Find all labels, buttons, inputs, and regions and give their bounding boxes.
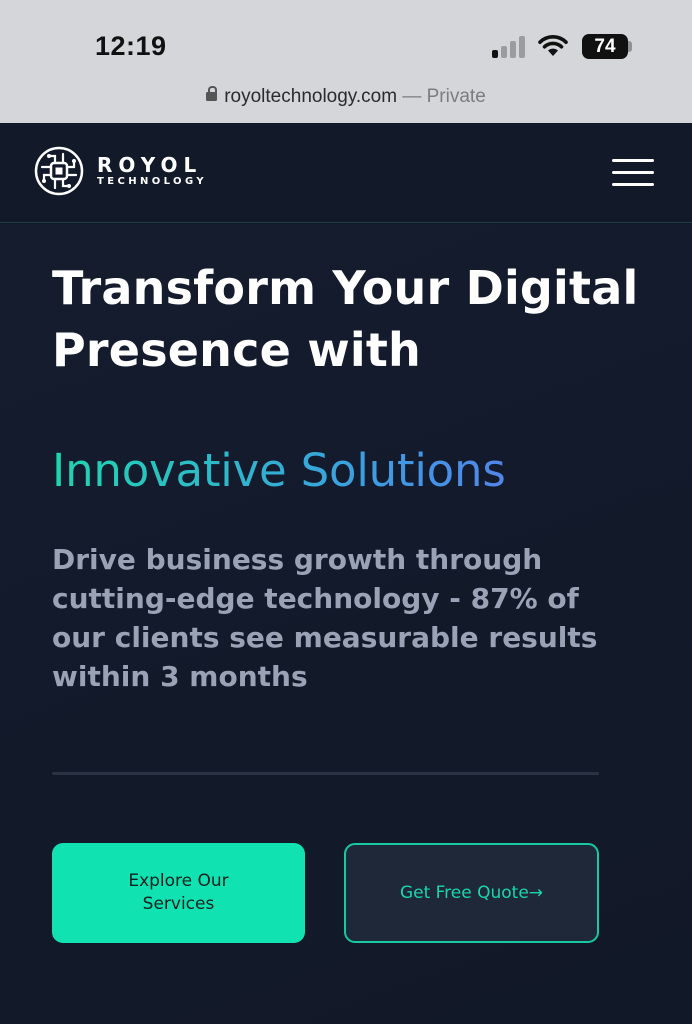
hero-subcopy: Drive business growth through cutting-ed… — [52, 543, 598, 693]
battery-cap — [628, 41, 632, 52]
logo-tagline: TECHNOLOGY — [97, 176, 207, 187]
site-header: ROYOL TECHNOLOGY — [0, 123, 692, 223]
hamburger-menu-icon[interactable] — [612, 159, 655, 187]
get-free-quote-button[interactable]: Get Free Quote→ — [344, 843, 599, 943]
address-bar[interactable]: royoltechnology.com — Private — [0, 86, 692, 108]
private-label: — Private — [402, 86, 486, 107]
cellular-signal-icon — [492, 36, 526, 58]
divider — [52, 772, 599, 775]
hero-section: Transform Your Digital Presence with Inn… — [0, 224, 692, 1024]
url-text: royoltechnology.com — [224, 86, 398, 107]
lock-icon — [206, 86, 218, 101]
hero-headline-accent: Innovative Solutions — [52, 442, 652, 500]
wifi-icon — [538, 35, 568, 56]
logo-name: ROYOL — [97, 153, 203, 177]
browser-chrome: 12:19 74 royoltechnology.com — Private — [0, 0, 692, 123]
explore-services-button[interactable]: Explore Our Services — [52, 843, 305, 943]
battery-icon: 74 — [582, 34, 628, 59]
hero-headline: Transform Your Digital Presence with — [52, 261, 639, 377]
status-time: 12:19 — [95, 31, 167, 61]
site-logo[interactable]: ROYOL TECHNOLOGY — [33, 145, 207, 197]
logo-wordmark: ROYOL TECHNOLOGY — [97, 154, 207, 188]
circuit-chip-logo-icon — [34, 146, 84, 196]
